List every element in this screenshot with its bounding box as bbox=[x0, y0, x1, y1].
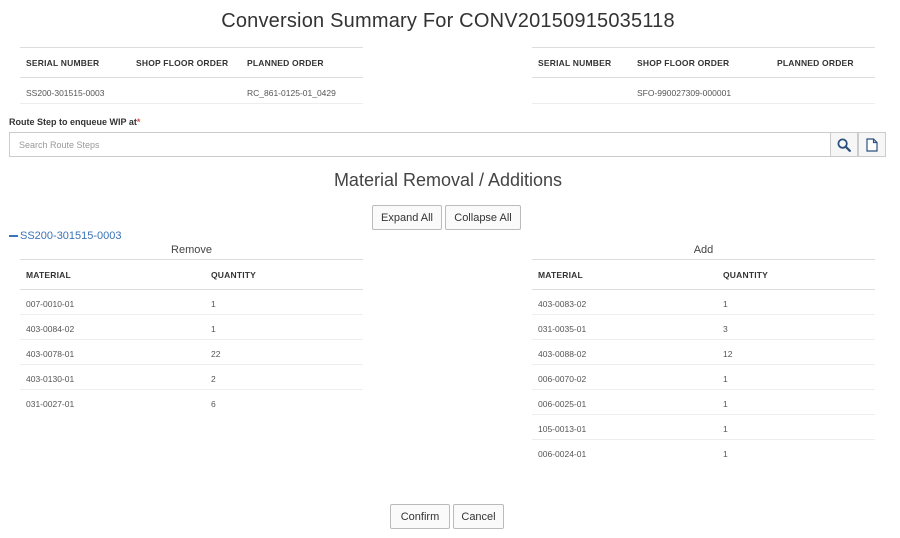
planned-order-cell: RC_861-0125-01_0429 bbox=[241, 77, 363, 104]
material-cell: 031-0035-01 bbox=[532, 314, 717, 340]
material-cell: 031-0027-01 bbox=[26, 399, 75, 410]
table-row: 006-0024-01 1 bbox=[532, 440, 875, 465]
table-row: 403-0088-02 12 bbox=[532, 339, 875, 365]
quantity-cell: 1 bbox=[717, 364, 875, 390]
serial-number-cell bbox=[532, 77, 631, 104]
document-icon bbox=[866, 137, 878, 152]
page-title: Conversion Summary For CONV2015091503511… bbox=[221, 10, 675, 32]
quantity-cell: 1 bbox=[723, 449, 728, 460]
material-cell: 006-0025-01 bbox=[532, 389, 717, 415]
table-row: 007-0010-01 1 bbox=[20, 289, 363, 315]
col-header-quantity: QUANTITY bbox=[717, 259, 875, 290]
table-row: 006-0025-01 1 bbox=[532, 389, 875, 415]
search-icon bbox=[837, 138, 851, 152]
summary-table-left: SERIAL NUMBER SHOP FLOOR ORDER PLANNED O… bbox=[20, 47, 363, 104]
material-cell: 403-0088-02 bbox=[532, 339, 717, 365]
route-step-search-input[interactable] bbox=[9, 132, 830, 157]
col-header-shop-floor-order: SHOP FLOOR ORDER bbox=[130, 47, 241, 78]
tree-node-serial[interactable]: SS200-301515-0003 bbox=[9, 230, 122, 242]
material-cell: 006-0024-01 bbox=[538, 449, 587, 460]
col-header-shop-floor-order: SHOP FLOOR ORDER bbox=[631, 47, 771, 78]
quantity-cell: 1 bbox=[717, 414, 875, 440]
quantity-cell: 22 bbox=[205, 339, 363, 365]
material-cell: 403-0084-02 bbox=[20, 314, 205, 340]
table-row: 403-0084-02 1 bbox=[20, 314, 363, 340]
material-cell: 403-0083-02 bbox=[532, 289, 717, 315]
quantity-cell: 1 bbox=[205, 314, 363, 340]
table-row: 006-0070-02 1 bbox=[532, 364, 875, 390]
material-cell: 105-0013-01 bbox=[532, 414, 717, 440]
quantity-cell: 6 bbox=[211, 399, 216, 410]
table-row: SFO-990027309-000001 bbox=[532, 77, 875, 104]
table-row: 031-0027-01 6 bbox=[20, 390, 363, 415]
col-header-planned-order: PLANNED ORDER bbox=[241, 47, 363, 78]
quantity-cell: 12 bbox=[717, 339, 875, 365]
add-materials-table: MATERIAL QUANTITY 403-0083-02 1 031-0035-… bbox=[532, 259, 875, 465]
search-button[interactable] bbox=[830, 132, 858, 157]
table-row: 403-0130-01 2 bbox=[20, 364, 363, 390]
tree-node-label[interactable]: SS200-301515-0003 bbox=[20, 230, 122, 242]
table-row: 031-0035-01 3 bbox=[532, 314, 875, 340]
section-title: Material Removal / Additions bbox=[333, 170, 563, 190]
table-row: SS200-301515-0003 RC_861-0125-01_0429 bbox=[20, 77, 363, 104]
material-cell: 403-0130-01 bbox=[20, 364, 205, 390]
table-row: 403-0083-02 1 bbox=[532, 289, 875, 315]
remove-group-title: Remove bbox=[171, 244, 212, 256]
planned-order-cell bbox=[771, 77, 875, 104]
shop-floor-order-cell: SFO-990027309-000001 bbox=[631, 77, 771, 104]
table-row: 105-0013-01 1 bbox=[532, 414, 875, 440]
confirm-button[interactable]: Confirm bbox=[390, 504, 450, 529]
add-group-title: Add bbox=[693, 244, 714, 256]
col-header-planned-order: PLANNED ORDER bbox=[771, 47, 875, 78]
collapse-all-button[interactable]: Collapse All bbox=[445, 205, 521, 230]
col-header-quantity: QUANTITY bbox=[205, 259, 363, 290]
material-cell: 006-0070-02 bbox=[532, 364, 717, 390]
col-header-serial-number: SERIAL NUMBER bbox=[532, 47, 631, 78]
summary-table-right: SERIAL NUMBER SHOP FLOOR ORDER PLANNED O… bbox=[532, 47, 875, 104]
col-header-serial-number: SERIAL NUMBER bbox=[20, 47, 130, 78]
material-cell: 403-0078-01 bbox=[20, 339, 205, 365]
quantity-cell: 1 bbox=[717, 389, 875, 415]
required-asterisk: * bbox=[136, 117, 141, 127]
collapse-minus-icon[interactable] bbox=[9, 235, 18, 237]
route-step-label-text: Route Step to enqueue WIP at bbox=[9, 117, 137, 127]
col-header-material: MATERIAL bbox=[532, 259, 717, 290]
serial-number-cell: SS200-301515-0003 bbox=[20, 77, 130, 104]
remove-materials-table: MATERIAL QUANTITY 007-0010-01 1 403-0084-… bbox=[20, 259, 363, 415]
route-step-label: Route Step to enqueue WIP at* bbox=[9, 117, 140, 127]
quantity-cell: 1 bbox=[205, 289, 363, 315]
expand-all-button[interactable]: Expand All bbox=[372, 205, 442, 230]
quantity-cell: 2 bbox=[205, 364, 363, 390]
quantity-cell: 3 bbox=[717, 314, 875, 340]
quantity-cell: 1 bbox=[717, 289, 875, 315]
cancel-button[interactable]: Cancel bbox=[453, 504, 504, 529]
material-cell: 007-0010-01 bbox=[20, 289, 205, 315]
shop-floor-order-cell bbox=[130, 77, 241, 104]
document-button[interactable] bbox=[858, 132, 886, 157]
col-header-material: MATERIAL bbox=[20, 259, 205, 290]
table-row: 403-0078-01 22 bbox=[20, 339, 363, 365]
